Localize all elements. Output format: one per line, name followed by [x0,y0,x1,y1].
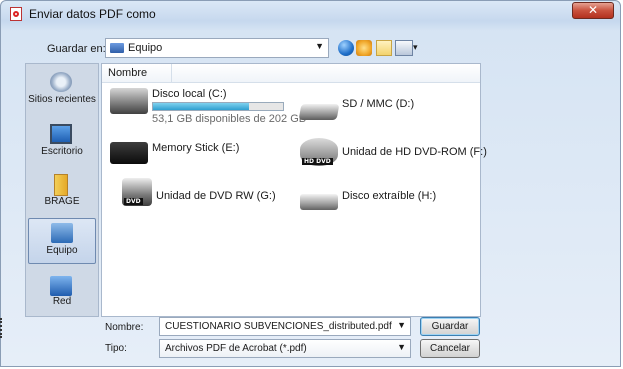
file-list[interactable]: Nombre Disco local (C:) 53,1 GB disponib… [101,63,487,317]
place-label: Equipo [46,245,78,256]
up-folder-icon[interactable] [356,40,372,56]
new-folder-icon[interactable] [376,40,392,56]
chevron-down-icon[interactable]: ▼ [397,320,406,330]
chevron-down-icon[interactable]: ▼ [397,342,406,352]
computer-icon [51,223,73,243]
recent-places-icon [50,72,72,92]
save-as-dialog: Enviar datos PDF como ✕ Guardar en: Equi… [0,0,621,367]
chevron-down-icon: ▼ [315,41,324,51]
save-in-label: Guardar en: [47,43,106,55]
column-header-row: Nombre [102,64,480,83]
pdf-icon [10,7,22,21]
cancel-button[interactable]: Cancelar [420,339,480,358]
place-desktop[interactable]: Escritorio [26,120,98,166]
user-folder-icon [54,174,68,196]
back-icon[interactable] [338,40,354,56]
filename-input[interactable]: CUESTIONARIO SUBVENCIONES_distributed.pd… [159,317,411,336]
drive-name: Unidad de DVD RW (G:) [156,190,276,202]
desktop-icon [50,124,72,144]
title-bar: Enviar datos PDF como ✕ [1,1,620,27]
filename-label: Nombre: [105,322,144,333]
type-label: Tipo: [105,343,127,354]
place-user-folder[interactable]: BRAGE [26,170,98,216]
place-computer[interactable]: Equipo [28,218,96,264]
sd-card-drive-icon [298,104,340,120]
drive-usage-fill [153,103,250,110]
computer-icon [110,43,124,53]
filename-value: CUESTIONARIO SUBVENCIONES_distributed.pd… [165,321,392,332]
file-type-value: Archivos PDF de Acrobat (*.pdf) [165,343,307,354]
window-edge-marks [0,318,5,338]
drive-name: Disco extraíble (H:) [342,190,437,202]
window-title: Enviar datos PDF como [29,7,156,21]
drive-usage-bar [152,102,284,111]
hd-dvd-drive-icon: HD DVD [300,138,338,166]
column-header-name[interactable]: Nombre [102,64,172,82]
places-bar: Sitios recientes Escritorio BRAGE Equipo… [25,63,99,317]
dvd-badge: DVD [124,198,143,205]
place-label: Red [52,296,72,307]
drive-free-space: 53,1 GB disponibles de 202 GB [152,113,307,125]
removable-disk-icon [300,194,338,210]
save-in-value: Equipo [128,42,163,54]
place-label: Escritorio [41,146,83,157]
network-icon [50,276,72,296]
dvd-drive-icon: DVD [122,178,152,206]
close-button[interactable]: ✕ [572,2,614,19]
memory-stick-icon [110,142,148,164]
place-label: Sitios recientes [28,94,96,105]
drive-name: Disco local (C:) [152,88,227,100]
save-in-dropdown[interactable]: Equipo ▼ [105,38,329,58]
place-network[interactable]: Red [26,272,98,318]
views-menu-icon[interactable] [395,40,413,56]
file-type-select[interactable]: Archivos PDF de Acrobat (*.pdf) ▼ [159,339,411,358]
local-disk-icon [110,88,148,114]
views-chevron-icon[interactable]: ▾ [413,42,418,53]
hd-dvd-badge: HD DVD [302,158,333,165]
drive-name: Memory Stick (E:) [152,142,240,154]
save-button[interactable]: Guardar [420,317,480,336]
place-label: BRAGE [44,196,80,207]
place-recent[interactable]: Sitios recientes [26,68,98,114]
drive-name: Unidad de HD DVD-ROM (F:) [342,146,487,158]
drive-name: SD / MMC (D:) [342,98,415,110]
